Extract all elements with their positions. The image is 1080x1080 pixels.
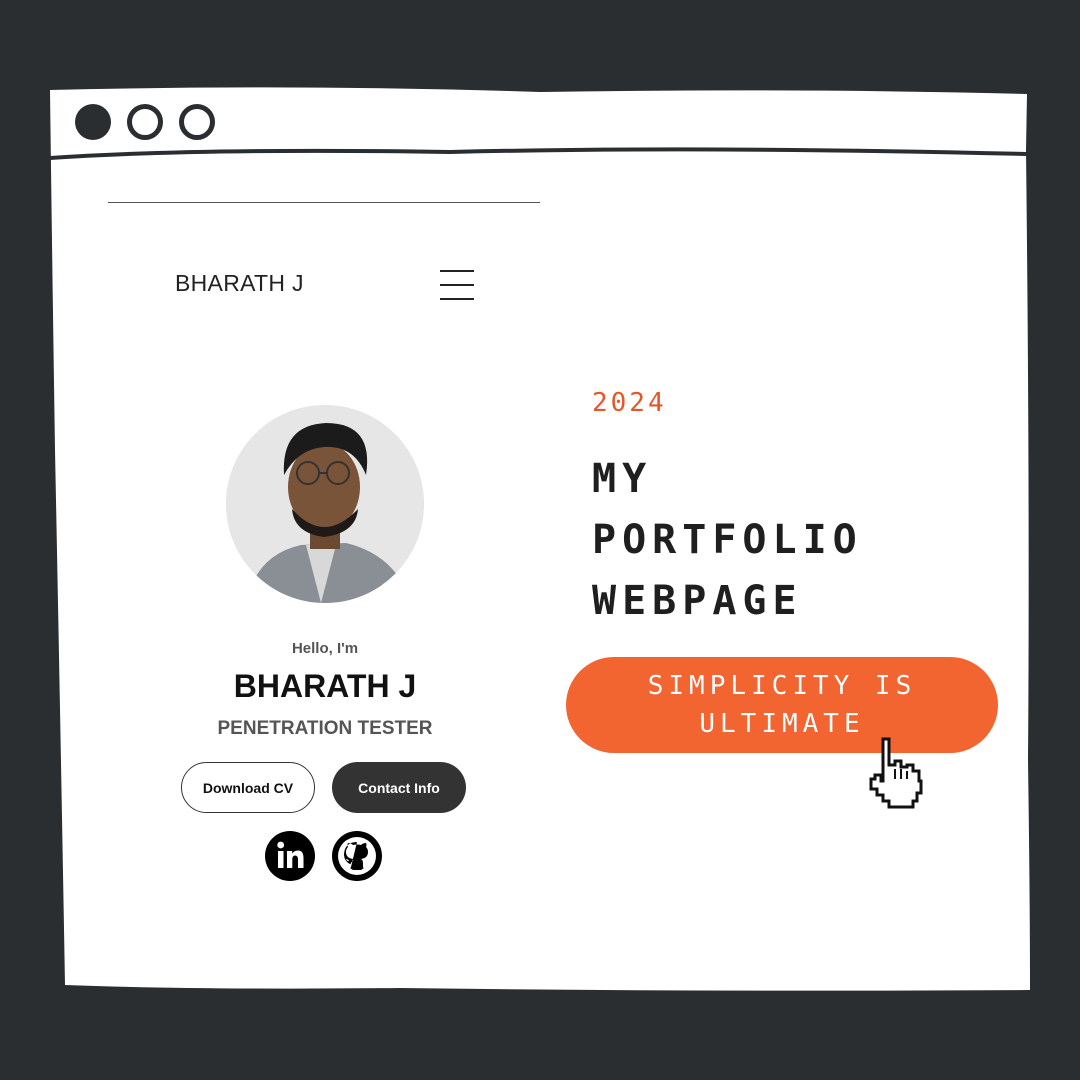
hamburger-menu-icon[interactable]: [440, 270, 474, 300]
github-icon[interactable]: [331, 830, 383, 882]
hero-title-line-1: MY: [592, 456, 653, 502]
contact-info-button[interactable]: Contact Info: [332, 762, 466, 813]
cta-line-2: ULTIMATE: [699, 709, 865, 739]
window-dot-close[interactable]: [75, 104, 111, 140]
profile-role: PENETRATION TESTER: [217, 718, 433, 739]
profile-name: BHARATH J: [233, 668, 417, 704]
linkedin-icon[interactable]: [264, 830, 316, 882]
hero-title-line-2: PORTFOLIO: [592, 517, 863, 563]
year-label: 2024: [592, 388, 667, 418]
cta-button[interactable]: SIMPLICITY IS ULTIMATE: [566, 657, 998, 753]
browser-window-frame: [49, 87, 1030, 991]
divider: [108, 202, 540, 203]
download-cv-button[interactable]: Download CV: [181, 762, 315, 813]
hand-cursor-icon: [869, 737, 923, 809]
cta-line-1: SIMPLICITY IS: [647, 671, 917, 701]
nav-brand[interactable]: BHARATH J: [175, 270, 304, 297]
window-dot-maximize[interactable]: [179, 104, 215, 140]
window-dot-minimize[interactable]: [127, 104, 163, 140]
hero-title-line-3: WEBPAGE: [592, 578, 803, 624]
greeting-text: Hello, I'm: [291, 640, 359, 657]
avatar: [226, 405, 424, 603]
